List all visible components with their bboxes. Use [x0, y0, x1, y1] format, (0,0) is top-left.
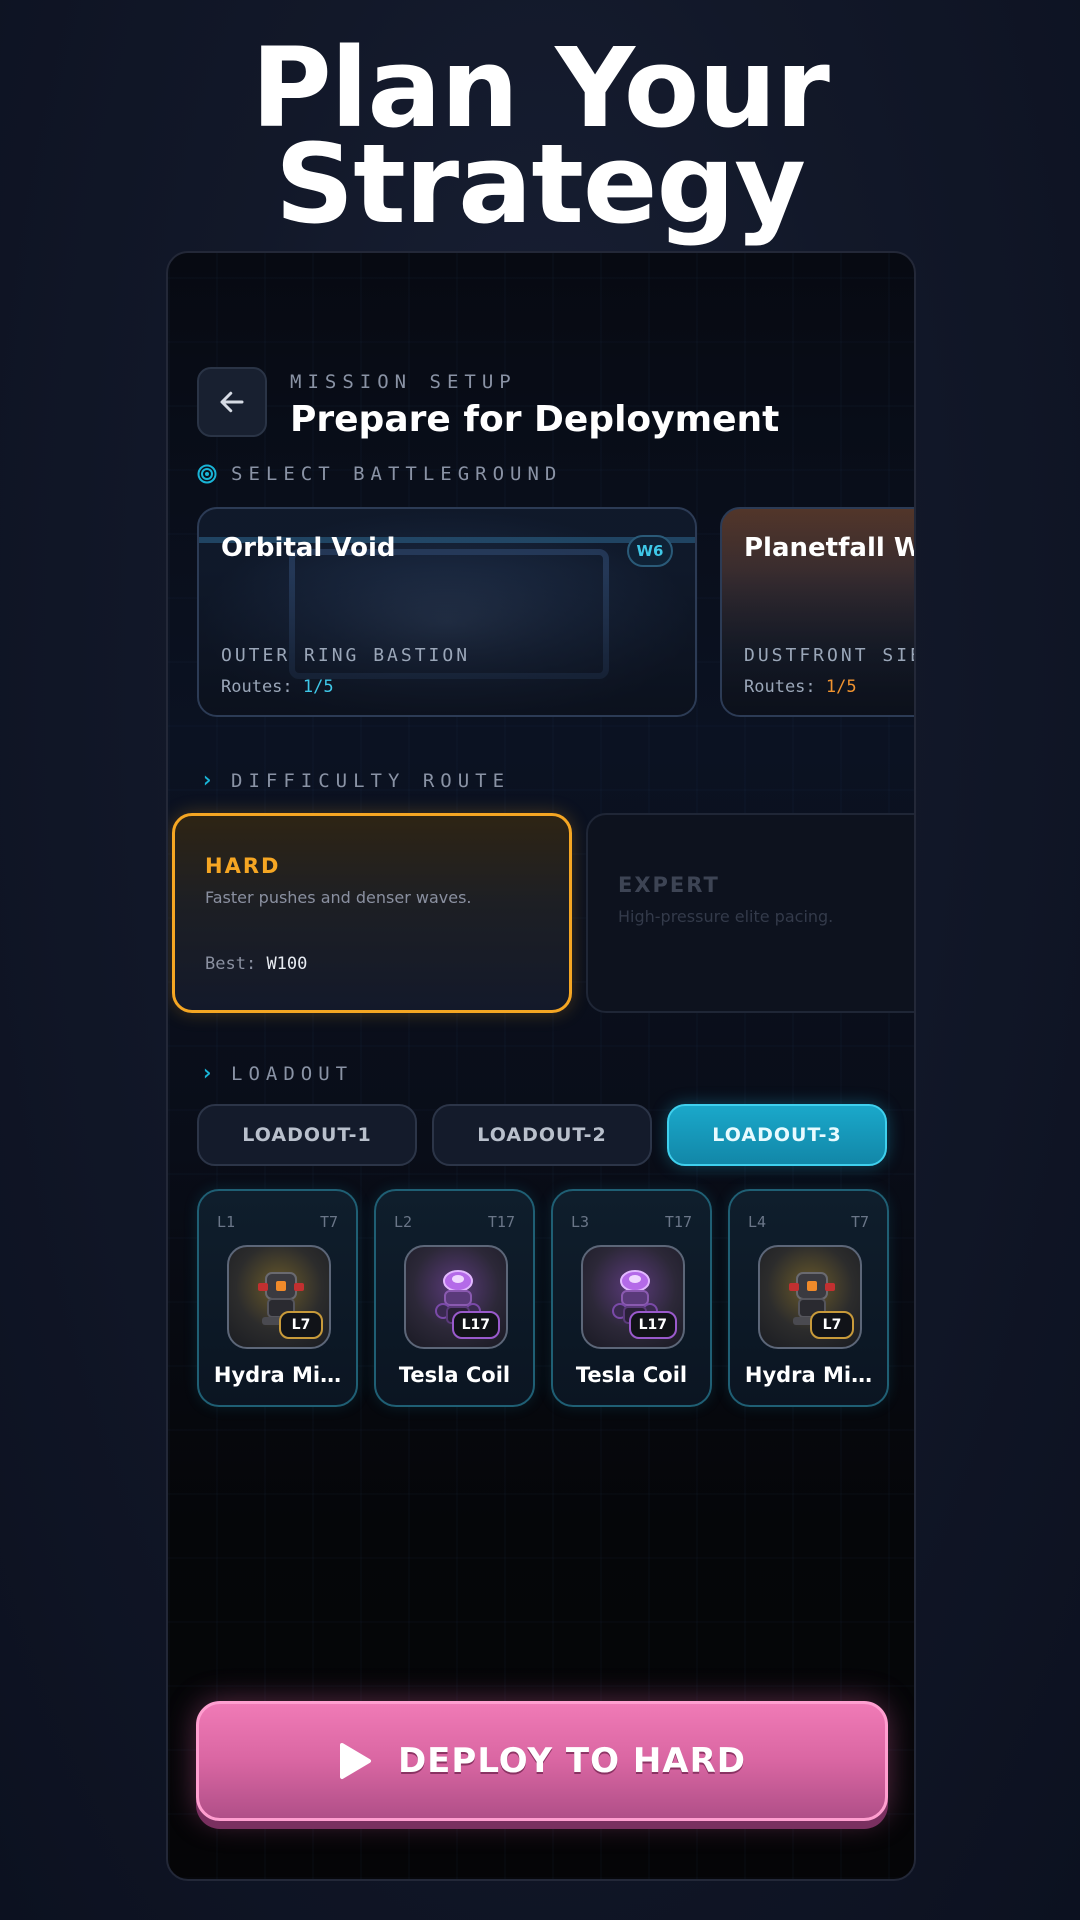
- loadout-unit-card[interactable]: L1 T7 L7 Hydra Mi…: [197, 1189, 358, 1407]
- chevron-right-icon: ›: [200, 1061, 214, 1086]
- phone-screen: MISSION SETUP Prepare for Deployment SEL…: [166, 251, 916, 1881]
- loadout-tab-3[interactable]: LOADOUT-3: [667, 1104, 887, 1166]
- difficulty-option-hard[interactable]: HARD Faster pushes and denser waves. Bes…: [172, 813, 572, 1013]
- unit-level-badge: L7: [279, 1311, 323, 1339]
- battleground-card-planetfall[interactable]: Planetfall Wa DUSTFRONT SIE Routes: 1/5: [720, 507, 916, 717]
- battleground-card-orbital-void[interactable]: Orbital Void W6 OUTER RING BASTION Route…: [197, 507, 697, 717]
- wave-badge: W6: [627, 535, 673, 567]
- battleground-routes: Routes: 1/5: [744, 677, 857, 697]
- difficulty-description: High-pressure elite pacing.: [618, 907, 834, 926]
- unit-name: Hydra Mi…: [744, 1363, 873, 1387]
- unit-portrait: L7: [758, 1245, 862, 1349]
- unit-tier: T17: [487, 1213, 515, 1231]
- difficulty-best: Best: W100: [205, 954, 307, 974]
- unit-portrait: L17: [404, 1245, 508, 1349]
- best-value: W100: [266, 954, 308, 974]
- unit-level-badge: L17: [451, 1311, 500, 1339]
- headline-line-2: Strategy: [275, 120, 806, 248]
- mission-eyebrow: MISSION SETUP: [290, 371, 517, 393]
- difficulty-section-header: › DIFFICULTY ROUTE: [197, 768, 510, 793]
- deploy-button[interactable]: DEPLOY TO HARD: [196, 1701, 888, 1821]
- unit-portrait: L7: [227, 1245, 331, 1349]
- routes-value: 1/5: [302, 677, 334, 697]
- unit-slot: L2: [394, 1213, 413, 1231]
- loadout-unit-card[interactable]: L3 T17 L17 Tesla Coil: [551, 1189, 712, 1407]
- battleground-subtitle: OUTER RING BASTION: [221, 645, 471, 666]
- arrow-left-icon: [220, 391, 244, 413]
- headline: Plan Your Strategy: [0, 33, 1080, 248]
- unit-slot: L1: [217, 1213, 236, 1231]
- unit-tier: T17: [664, 1213, 692, 1231]
- unit-portrait: L17: [581, 1245, 685, 1349]
- unit-name: Tesla Coil: [575, 1363, 688, 1387]
- unit-level-badge: L7: [810, 1311, 854, 1339]
- battleground-section-label: SELECT BATTLEGROUND: [231, 463, 563, 485]
- difficulty-option-expert[interactable]: EXPERT High-pressure elite pacing.: [586, 813, 914, 1013]
- battleground-subtitle: DUSTFRONT SIE: [744, 645, 916, 666]
- battleground-title: Orbital Void: [221, 533, 396, 563]
- loadout-unit-card[interactable]: L2 T17 L17 Tesla Coil: [374, 1189, 535, 1407]
- battleground-section-header: SELECT BATTLEGROUND: [197, 463, 562, 485]
- unit-slot: L3: [571, 1213, 590, 1231]
- chevron-right-icon: ›: [200, 768, 214, 793]
- page-title: Prepare for Deployment: [290, 399, 780, 440]
- routes-value: 1/5: [825, 677, 857, 697]
- unit-level-badge: L17: [628, 1311, 677, 1339]
- unit-tier: T7: [850, 1213, 869, 1231]
- difficulty-section-label: DIFFICULTY ROUTE: [231, 769, 511, 792]
- routes-label: Routes:: [744, 677, 816, 697]
- routes-label: Routes:: [221, 677, 293, 697]
- battleground-title: Planetfall Wa: [744, 533, 914, 563]
- deploy-label: DEPLOY TO HARD: [397, 1741, 747, 1781]
- play-icon: [339, 1743, 371, 1779]
- loadout-tab-2[interactable]: LOADOUT-2: [432, 1104, 652, 1166]
- loadout-section-header: › LOADOUT: [197, 1061, 353, 1086]
- loadout-section-label: LOADOUT: [231, 1062, 354, 1085]
- unit-tier: T7: [319, 1213, 338, 1231]
- difficulty-name: HARD: [205, 854, 281, 878]
- battleground-routes: Routes: 1/5: [221, 677, 334, 697]
- unit-name: Tesla Coil: [398, 1363, 511, 1387]
- unit-name: Hydra Mi…: [213, 1363, 342, 1387]
- difficulty-name: EXPERT: [618, 873, 720, 897]
- target-icon: [197, 464, 217, 484]
- unit-slot: L4: [748, 1213, 767, 1231]
- best-label: Best:: [205, 954, 257, 974]
- loadout-tab-1[interactable]: LOADOUT-1: [197, 1104, 417, 1166]
- loadout-unit-card[interactable]: L4 T7 L7 Hydra Mi…: [728, 1189, 889, 1407]
- back-button[interactable]: [197, 367, 267, 437]
- difficulty-description: Faster pushes and denser waves.: [205, 888, 472, 907]
